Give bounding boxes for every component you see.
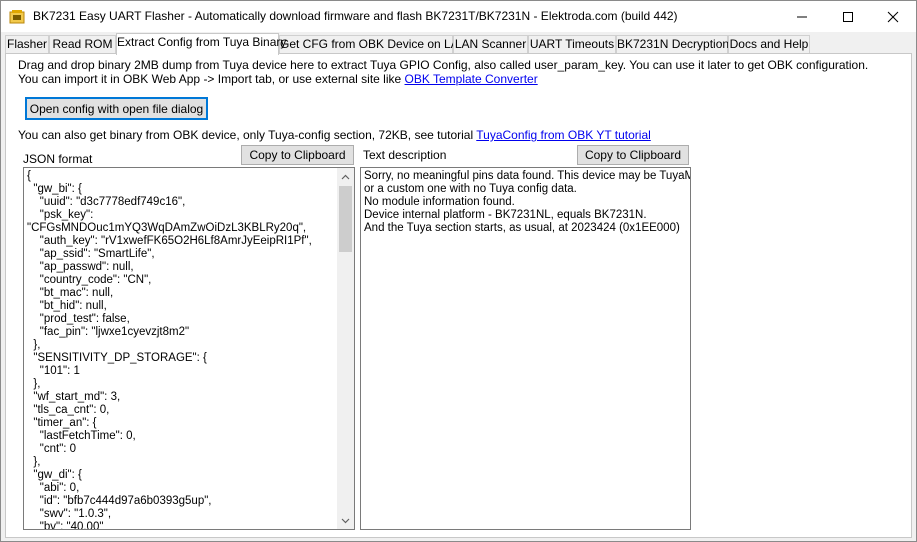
text-description-textbox[interactable]: Sorry, no meaningful pins data found. Th… [360,167,691,530]
minimize-icon [797,16,807,17]
tab-docs-help[interactable]: Docs and Help [728,35,810,54]
minimize-button[interactable] [779,1,825,32]
title-bar[interactable]: BK7231 Easy UART Flasher - Automatically… [1,1,916,32]
scroll-up-button[interactable] [337,168,354,185]
tab-bk7231n-decryption[interactable]: BK7231N Decryption [616,35,729,54]
app-window: BK7231 Easy UART Flasher - Automatically… [0,0,917,542]
json-scrollbar[interactable] [337,168,354,529]
instruction-line-2: You can import it in OBK Web App -> Impo… [18,72,538,86]
json-textbox[interactable]: { "gw_bi": { "uuid": "d3c7778edf749c16",… [23,167,355,530]
text-description-label: Text description [363,148,447,162]
tab-read-rom[interactable]: Read ROM [49,35,116,54]
maximize-icon [843,11,853,22]
close-button[interactable] [870,1,916,32]
app-icon [9,9,25,25]
window-title: BK7231 Easy UART Flasher - Automatically… [33,9,678,23]
tab-uart-timeouts[interactable]: UART Timeouts [528,35,616,54]
maximize-button[interactable] [825,1,871,32]
tuyaconfig-tutorial-link[interactable]: TuyaConfig from OBK YT tutorial [476,128,651,142]
instruction-line-2-text: You can import it in OBK Web App -> Impo… [18,72,405,86]
close-icon [887,11,899,22]
obk-template-converter-link[interactable]: OBK Template Converter [405,72,538,86]
chevron-down-icon [341,518,350,523]
json-copy-button[interactable]: Copy to Clipboard [241,145,354,165]
tab-lan-scanner[interactable]: LAN Scanner [453,35,528,54]
scroll-down-button[interactable] [337,512,354,529]
instruction-line-1: Drag and drop binary 2MB dump from Tuya … [18,58,869,72]
text-description-content: Sorry, no meaningful pins data found. Th… [364,170,690,234]
tab-strip: Flasher Read ROM Extract Config from Tuy… [5,33,910,55]
scroll-thumb[interactable] [339,186,352,252]
json-content: { "gw_bi": { "uuid": "d3c7778edf749c16",… [27,170,312,530]
instruction-line-3-text: You can also get binary from OBK device,… [18,128,477,142]
chevron-up-icon [341,174,350,179]
extract-config-panel: Drag and drop binary 2MB dump from Tuya … [5,53,912,538]
tab-get-cfg-obk[interactable]: Get CFG from OBK Device on LAN [279,35,467,54]
instruction-line-3: You can also get binary from OBK device,… [18,128,651,142]
tab-extract-config[interactable]: Extract Config from Tuya Binary [116,33,286,55]
open-config-button[interactable]: Open config with open file dialog [25,97,208,120]
text-copy-button[interactable]: Copy to Clipboard [577,145,689,165]
tab-flasher[interactable]: Flasher [5,35,49,54]
json-format-label: JSON format [23,152,93,166]
